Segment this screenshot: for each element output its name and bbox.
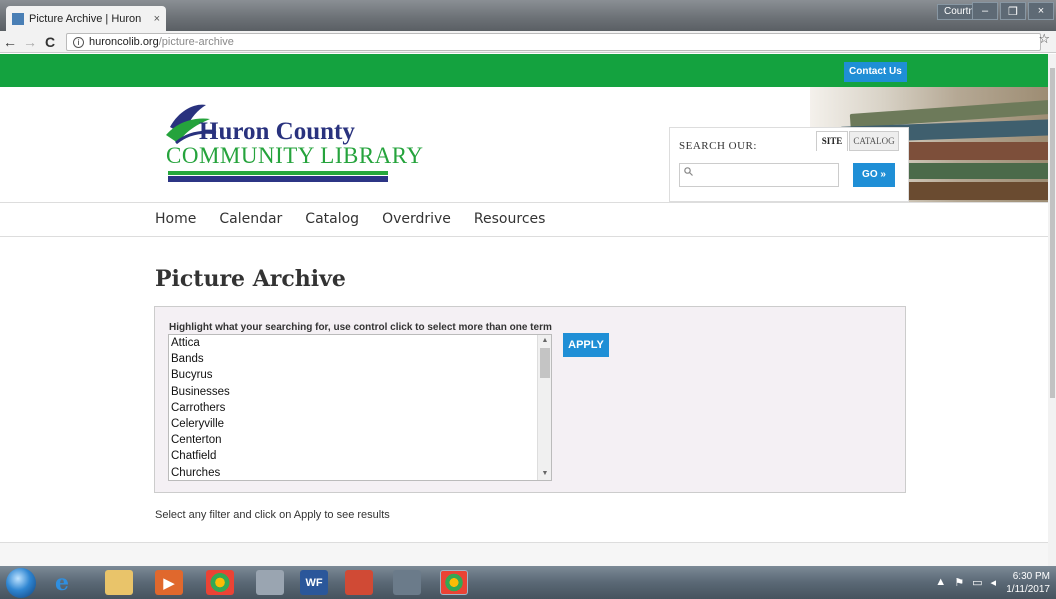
start-button[interactable] xyxy=(6,568,36,598)
network-tray-icon[interactable]: ▭ xyxy=(972,576,982,589)
search-label: SEARCH OUR: xyxy=(679,140,757,152)
internet-explorer-icon[interactable]: e xyxy=(48,570,76,596)
window-controls: – ❐ × xyxy=(972,2,1054,20)
list-scrollbar[interactable]: ▲ ▼ xyxy=(537,335,551,480)
filter-hint: Highlight what your searching for, use c… xyxy=(169,322,552,333)
page-title: Picture Archive xyxy=(155,266,346,292)
url-path: /picture-archive xyxy=(158,36,234,48)
filter-panel: Highlight what your searching for, use c… xyxy=(154,306,906,493)
reload-button[interactable]: C xyxy=(40,34,60,50)
main-nav: Home Calendar Catalog Overdrive Resource… xyxy=(155,211,568,227)
result-hint: Select any filter and click on Apply to … xyxy=(155,509,390,521)
logo-title: Huron County xyxy=(199,118,355,145)
search-icon xyxy=(684,167,693,179)
word-icon[interactable]: WF xyxy=(300,570,328,595)
volume-icon[interactable]: ◂ xyxy=(990,576,996,589)
list-item[interactable]: Carrothers xyxy=(169,400,551,416)
nav-resources[interactable]: Resources xyxy=(474,211,546,227)
maximize-button[interactable]: ❐ xyxy=(1000,2,1026,20)
system-tray: ▲ ⚑ ▭ ◂ xyxy=(935,576,996,589)
bookmark-star-icon[interactable]: ☆ xyxy=(1038,31,1050,47)
library-logo[interactable]: Huron County COMMUNITY LIBRARY xyxy=(166,99,423,189)
nav-catalog[interactable]: Catalog xyxy=(305,211,359,227)
browser-toolbar: ← → C i huroncolib.org/picture-archive ☆ xyxy=(0,31,1056,53)
tab-catalog[interactable]: CATALOG xyxy=(849,131,899,151)
media-player-icon[interactable]: ▶ xyxy=(155,570,183,595)
list-item[interactable]: Bucyrus xyxy=(169,367,551,383)
tab-title: Picture Archive | Huron xyxy=(29,12,142,25)
search-input[interactable] xyxy=(679,163,839,187)
list-item[interactable]: Celeryville xyxy=(169,416,551,432)
list-item[interactable]: Businesses xyxy=(169,384,551,400)
list-item[interactable]: Attica xyxy=(169,335,551,351)
back-button[interactable]: ← xyxy=(0,34,20,50)
scroll-thumb[interactable] xyxy=(540,348,550,378)
remote-desktop-icon[interactable] xyxy=(393,570,421,595)
list-item[interactable]: Chatfield xyxy=(169,448,551,464)
close-window-button[interactable]: × xyxy=(1028,2,1054,20)
apply-button[interactable]: APPLY xyxy=(563,333,609,357)
list-item[interactable]: Bands xyxy=(169,351,551,367)
nav-overdrive[interactable]: Overdrive xyxy=(382,211,451,227)
windows-taskbar: e ▶ WF ▲ ⚑ ▭ ◂ 6:30 PM 1/11/2017 xyxy=(0,566,1056,599)
flag-icon[interactable]: ⚑ xyxy=(954,576,964,589)
nav-calendar[interactable]: Calendar xyxy=(219,211,282,227)
browser-tab[interactable]: Picture Archive | Huron × xyxy=(6,6,166,31)
url-host: huroncolib.org xyxy=(89,36,159,48)
address-bar[interactable]: i huroncolib.org/picture-archive xyxy=(66,33,1041,51)
forward-button[interactable]: → xyxy=(20,34,40,50)
page-scroll-thumb[interactable] xyxy=(1050,68,1055,398)
logo-stripe-navy xyxy=(168,176,388,182)
chrome-active-icon[interactable] xyxy=(440,570,468,595)
list-item[interactable]: Centerton xyxy=(169,432,551,448)
web-page: Contact Us Huron County COMMUNITY LIBRAR… xyxy=(0,54,1056,566)
scroll-up-icon[interactable]: ▲ xyxy=(538,335,551,347)
contact-us-button[interactable]: Contact Us xyxy=(844,62,907,82)
clock-date: 1/11/2017 xyxy=(1006,584,1050,595)
site-favicon-icon xyxy=(12,12,24,25)
file-explorer-icon[interactable] xyxy=(105,570,133,595)
chrome-icon[interactable] xyxy=(206,570,234,595)
search-panel: SEARCH OUR: SITE CATALOG GO » xyxy=(669,127,909,202)
clock-time: 6:30 PM xyxy=(1012,571,1050,582)
browser-titlebar: Picture Archive | Huron × Courtney – ❐ × xyxy=(0,0,1056,31)
calculator-icon[interactable] xyxy=(256,570,284,595)
list-item[interactable]: Churches xyxy=(169,465,551,481)
tab-site[interactable]: SITE xyxy=(816,131,848,151)
network-icon[interactable] xyxy=(345,570,373,595)
term-multiselect[interactable]: Attica Bands Bucyrus Businesses Carrothe… xyxy=(168,334,552,481)
footer-strip xyxy=(0,542,1056,566)
nav-home[interactable]: Home xyxy=(155,211,196,227)
page-scrollbar[interactable] xyxy=(1048,54,1056,566)
system-clock[interactable]: 6:30 PM 1/11/2017 xyxy=(1006,570,1050,596)
main-nav-bar: Home Calendar Catalog Overdrive Resource… xyxy=(0,202,1056,237)
scroll-down-icon[interactable]: ▼ xyxy=(538,468,551,480)
minimize-button[interactable]: – xyxy=(972,2,998,20)
tab-close-icon[interactable]: × xyxy=(154,13,160,25)
go-button[interactable]: GO » xyxy=(853,163,895,187)
info-icon[interactable]: i xyxy=(73,36,84,48)
tray-arrow-icon[interactable]: ▲ xyxy=(935,576,946,589)
logo-stripe-green xyxy=(168,171,388,175)
logo-subtitle: COMMUNITY LIBRARY xyxy=(166,143,424,168)
